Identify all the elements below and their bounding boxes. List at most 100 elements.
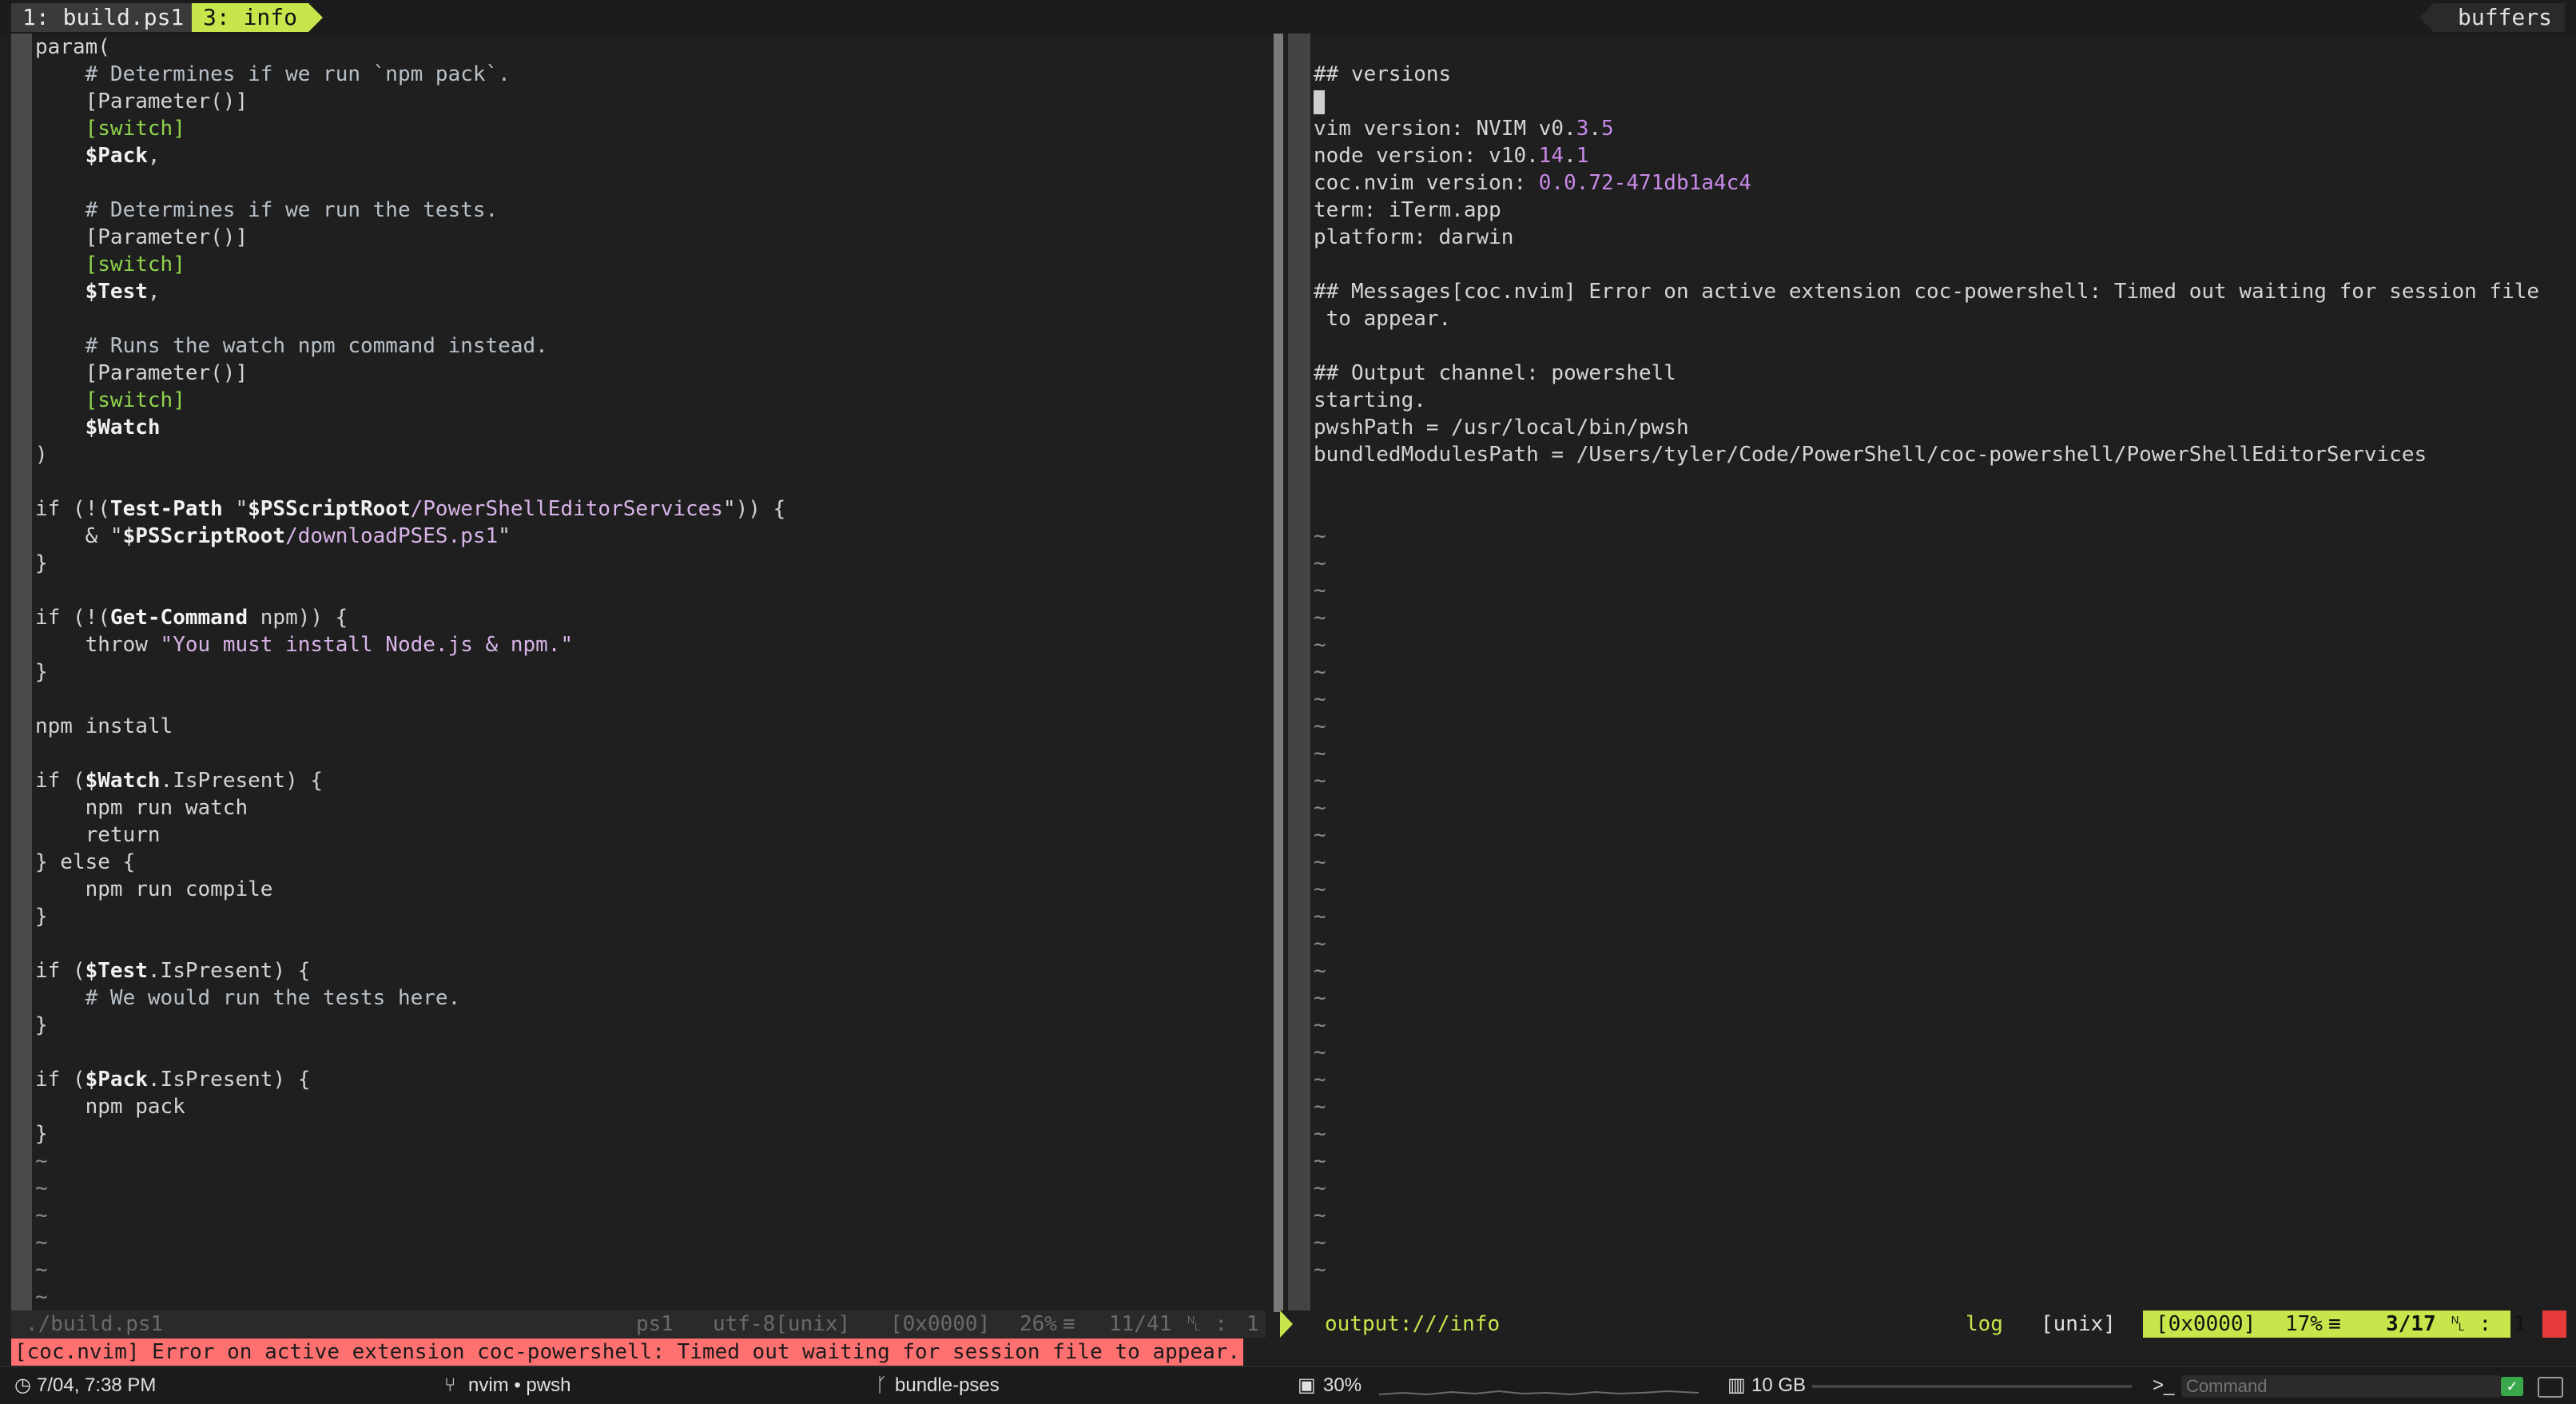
code-line: ~ <box>35 1229 1266 1256</box>
code-token: /PowerShellEditorServices <box>410 497 723 521</box>
info-line: vim version: NVIM v0.3.5 <box>1314 115 2576 142</box>
info-line: ~ <box>1314 713 2576 740</box>
info-token: ~ <box>1314 932 1326 956</box>
code-line: } <box>35 1012 1266 1039</box>
info-line: ~ <box>1314 1039 2576 1066</box>
code-token: } <box>35 905 48 929</box>
command-input[interactable] <box>2181 1375 2502 1398</box>
command-box[interactable] <box>2181 1375 2502 1398</box>
code-token: $Test <box>85 959 148 983</box>
info-token: ~ <box>1314 714 1326 738</box>
info-line <box>1314 88 2576 115</box>
tab-build-ps1[interactable]: 1: build.ps1 <box>11 3 196 32</box>
code-line: npm run watch <box>35 794 1266 821</box>
code-token: [Parameter()] <box>35 361 248 385</box>
status-column-right: 1 <box>2514 1312 2526 1336</box>
info-line: ~ <box>1314 1093 2576 1120</box>
info-token: vim version: NVIM v0. <box>1314 117 1576 141</box>
info-token: 1 <box>1576 144 1589 168</box>
info-token: ~ <box>1314 850 1326 874</box>
info-line: ## versions <box>1314 61 2576 88</box>
status-filename: ./build.ps1 <box>26 1312 164 1336</box>
code-line: throw "You must install Node.js & npm." <box>35 631 1266 658</box>
code-line: [Parameter()] <box>35 360 1266 387</box>
info-token: ~ <box>1314 1040 1326 1064</box>
text-cursor <box>1314 89 1325 114</box>
info-line <box>1314 495 2576 523</box>
buffers-label[interactable]: buffers <box>2419 3 2565 32</box>
info-token: ~ <box>1314 579 1326 603</box>
code-token: & " <box>35 524 123 548</box>
info-token: . <box>1564 144 1576 168</box>
terminal-status-bar: ◷ 7/04, 7:38 PM ⑂ nvim • pwsh ᚴ bundle-p… <box>0 1366 2576 1404</box>
code-token: , <box>147 280 161 304</box>
info-line: ~ <box>1314 1175 2576 1202</box>
info-token: ~ <box>1314 633 1326 657</box>
info-line: ~ <box>1314 1147 2576 1175</box>
info-token: ~ <box>1314 1176 1326 1200</box>
code-token: /downloadPSES.ps1 <box>285 524 499 548</box>
code-line: & "$PSScriptRoot/downloadPSES.ps1" <box>35 523 1266 550</box>
info-line: starting. <box>1314 387 2576 414</box>
session-icon: ⑂ <box>444 1374 456 1396</box>
code-token: if ( <box>35 959 85 983</box>
code-token: # Determines if we run `npm pack`. <box>85 62 511 86</box>
code-token: $Watch <box>85 769 161 793</box>
code-token: ) <box>35 443 48 467</box>
info-line: ~ <box>1314 849 2576 876</box>
code-token: , <box>147 144 161 168</box>
status-branch[interactable]: bundle-pses <box>895 1367 1000 1404</box>
info-line: term: iTerm.app <box>1314 197 2576 224</box>
line-number-icon: ␤ : <box>2450 1312 2492 1336</box>
status-memory: 10 GB <box>1751 1374 1807 1396</box>
vertical-split-divider[interactable] <box>1274 34 1283 1312</box>
code-line: } <box>35 1120 1266 1147</box>
code-token: ~ <box>35 1149 48 1173</box>
expand-icon[interactable] <box>2538 1377 2563 1398</box>
code-line: [switch] <box>35 115 1266 142</box>
code-token: npm run compile <box>35 877 273 901</box>
code-token: "You must install Node.js & npm." <box>160 633 574 657</box>
code-token: # Runs the watch npm command instead. <box>85 334 548 358</box>
statusline-left: ./build.ps1 ps1 utf-8[unix] [0x0000] 26%… <box>11 1311 1266 1338</box>
code-line: } else { <box>35 849 1266 876</box>
code-line: # Determines if we run the tests. <box>35 197 1266 224</box>
editor-pane-build-ps1[interactable]: param( # Determines if we run `npm pack`… <box>35 34 1266 1312</box>
info-token: ~ <box>1314 524 1326 548</box>
info-token: starting. <box>1314 388 1426 412</box>
tab-info[interactable]: 3: info <box>192 3 324 32</box>
code-line: # We would run the tests here. <box>35 984 1266 1012</box>
status-filename-right: output:///info <box>1325 1312 1501 1336</box>
info-line: ~ <box>1314 631 2576 658</box>
code-token: ")) { <box>722 497 786 521</box>
status-position: 11/41 <box>1109 1312 1172 1336</box>
code-token: if (!( <box>35 497 110 521</box>
code-line: return <box>35 821 1266 849</box>
code-token: $Pack <box>85 144 148 168</box>
command-accept-button[interactable]: ✓ <box>2501 1377 2523 1396</box>
info-token: 3 <box>1576 117 1589 141</box>
editor-pane-info[interactable]: ## versions vim version: NVIM v0.3.5 node … <box>1314 34 2576 1312</box>
info-token: ~ <box>1314 905 1326 929</box>
code-line: param( <box>35 34 1266 61</box>
code-token: " <box>498 524 511 548</box>
info-token: ~ <box>1314 1013 1326 1037</box>
info-line: ~ <box>1314 1012 2576 1039</box>
code-line: npm install <box>35 713 1266 740</box>
code-line: $Watch <box>35 414 1266 441</box>
info-token: ~ <box>1314 742 1326 766</box>
info-token: to appear. <box>1314 307 1452 331</box>
code-line: $Test, <box>35 278 1266 305</box>
status-session[interactable]: nvim • pwsh <box>468 1367 570 1404</box>
code-line: } <box>35 903 1266 930</box>
info-line: ~ <box>1314 767 2576 794</box>
memory-icon: ▥ <box>1727 1374 1746 1396</box>
info-line: ~ <box>1314 1202 2576 1229</box>
info-token: ## Messages[coc.nvim] Error on active ex… <box>1314 280 2540 304</box>
